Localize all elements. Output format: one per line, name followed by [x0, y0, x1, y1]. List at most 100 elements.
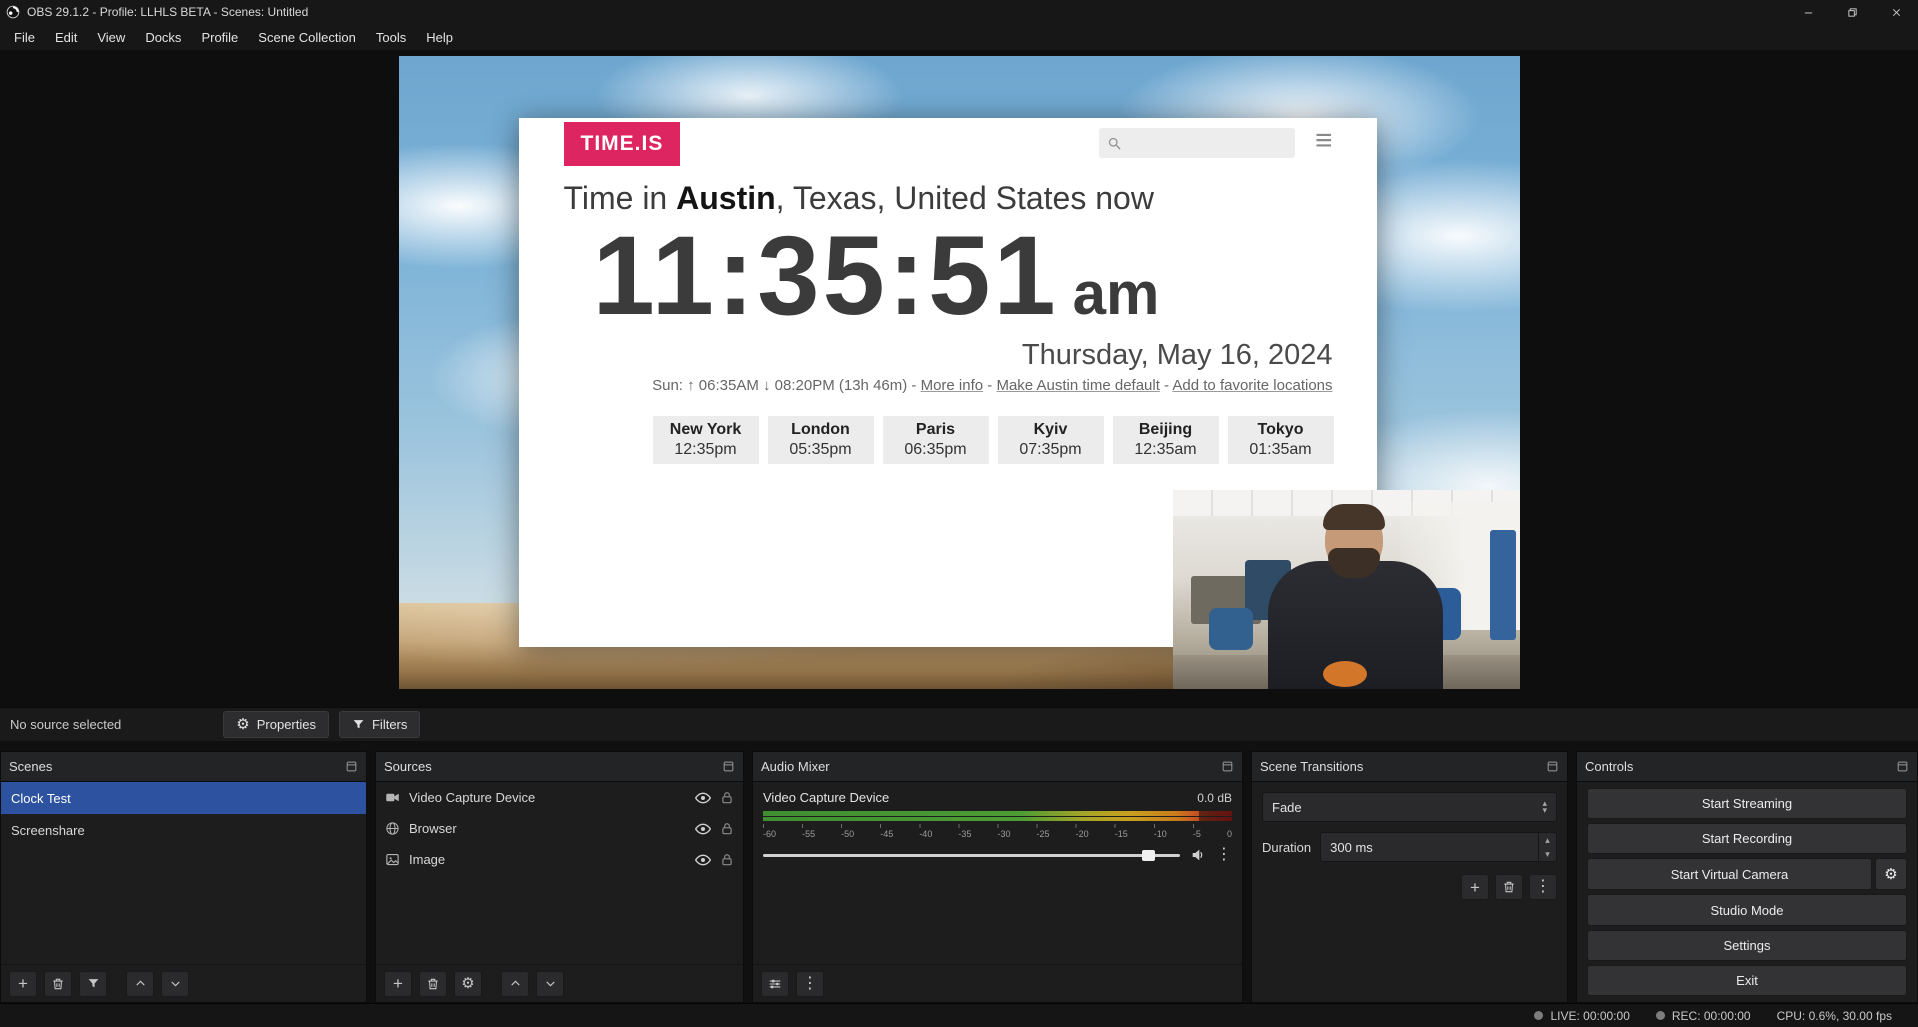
mixer-menu-button[interactable]: ⋮: [796, 971, 824, 997]
clock-time: 11:35:51: [593, 213, 1059, 338]
scene-transitions-dock-header[interactable]: Scene Transitions: [1252, 752, 1567, 782]
scenes-dock: Scenes Clock Test Screenshare +: [0, 751, 367, 1003]
gear-icon: ⚙: [461, 976, 474, 991]
scene-transitions-dock: Scene Transitions Fade ▴ ▾ Duration 300 …: [1251, 751, 1568, 1003]
start-streaming-button[interactable]: Start Streaming: [1587, 788, 1907, 819]
audio-settings-button[interactable]: [761, 971, 789, 997]
chevron-up-icon: [134, 977, 147, 990]
source-item-image[interactable]: Image: [376, 844, 743, 875]
move-scene-down-button[interactable]: [161, 971, 189, 997]
settings-button[interactable]: Settings: [1587, 930, 1907, 961]
chevron-down-icon: [169, 977, 182, 990]
duration-down-button[interactable]: ▾: [1539, 847, 1556, 861]
controls-dock-header[interactable]: Controls: [1577, 752, 1917, 782]
channel-menu-button[interactable]: ⋮: [1216, 847, 1232, 863]
exit-button[interactable]: Exit: [1587, 965, 1907, 996]
source-item-video-capture[interactable]: Video Capture Device: [376, 782, 743, 813]
popout-icon[interactable]: [1546, 760, 1559, 773]
menu-scene-collection[interactable]: Scene Collection: [248, 24, 366, 50]
minimize-button[interactable]: [1786, 0, 1830, 24]
visibility-toggle-eye-icon[interactable]: [695, 790, 711, 806]
source-item-browser[interactable]: Browser: [376, 813, 743, 844]
hamburger-menu-icon: ≡: [1315, 126, 1333, 156]
office-blue-panel: [1490, 530, 1516, 640]
trash-icon: [426, 977, 440, 991]
transition-select[interactable]: Fade ▴ ▾: [1262, 792, 1557, 822]
maximize-restore-button[interactable]: [1830, 0, 1874, 24]
remove-source-button[interactable]: [419, 971, 447, 997]
volume-meter-ticks: [763, 824, 1232, 828]
plus-icon: +: [393, 975, 403, 992]
city-card-tokyo: Tokyo 01:35am: [1228, 416, 1334, 464]
start-recording-button[interactable]: Start Recording: [1587, 823, 1907, 854]
popout-icon[interactable]: [345, 760, 358, 773]
studio-mode-button[interactable]: Studio Mode: [1587, 894, 1907, 925]
orange-object: [1323, 661, 1367, 687]
speaker-mute-button[interactable]: [1190, 847, 1206, 863]
audio-mixer-dock: Audio Mixer Video Capture Device 0.0 dB …: [752, 751, 1243, 1003]
visibility-toggle-eye-icon[interactable]: [695, 852, 711, 868]
globe-icon: [385, 821, 400, 836]
move-scene-up-button[interactable]: [126, 971, 154, 997]
menu-file[interactable]: File: [4, 24, 45, 50]
webcam-overlay: [1173, 490, 1520, 689]
popout-icon[interactable]: [1896, 760, 1909, 773]
menu-view[interactable]: View: [87, 24, 135, 50]
menu-help[interactable]: Help: [416, 24, 463, 50]
sun-times: Sun: ↑ 06:35AM ↓ 08:20PM (13h 46m): [652, 377, 907, 394]
lock-toggle-icon[interactable]: [720, 791, 734, 805]
transitions-content: Fade ▴ ▾ Duration 300 ms ▴ ▾: [1252, 782, 1567, 1002]
remove-scene-button[interactable]: [44, 971, 72, 997]
controls-dock: Controls Start Streaming Start Recording…: [1576, 751, 1918, 1003]
scene-item-screenshare[interactable]: Screenshare: [1, 814, 366, 846]
timeis-heading: Time in Austin, Texas, United States now: [564, 180, 1333, 217]
move-source-up-button[interactable]: [501, 971, 529, 997]
move-source-down-button[interactable]: [536, 971, 564, 997]
popout-icon[interactable]: [722, 760, 735, 773]
make-default-link: Make Austin time default: [996, 377, 1159, 394]
scene-filters-button[interactable]: [79, 971, 107, 997]
lock-toggle-icon[interactable]: [720, 853, 734, 867]
close-button[interactable]: [1874, 0, 1918, 24]
volume-slider-handle[interactable]: [1142, 850, 1155, 861]
record-status-icon: [1656, 1011, 1665, 1020]
add-transition-button[interactable]: +: [1461, 874, 1489, 900]
visibility-toggle-eye-icon[interactable]: [695, 821, 711, 837]
menu-profile[interactable]: Profile: [191, 24, 248, 50]
menu-edit[interactable]: Edit: [45, 24, 87, 50]
add-favorite-link: Add to favorite locations: [1172, 377, 1332, 394]
remove-transition-button[interactable]: [1495, 874, 1523, 900]
trash-icon: [51, 977, 65, 991]
transition-menu-button[interactable]: ⋮: [1529, 874, 1557, 900]
lock-toggle-icon[interactable]: [720, 822, 734, 836]
city-card-kyiv: Kyiv 07:35pm: [998, 416, 1104, 464]
add-source-button[interactable]: +: [384, 971, 412, 997]
scene-canvas[interactable]: TIME.IS ≡ Time in Austin, Texas, United …: [399, 56, 1520, 689]
kebab-icon: ⋮: [802, 976, 818, 992]
menu-tools[interactable]: Tools: [366, 24, 416, 50]
duration-spinbox[interactable]: 300 ms ▴ ▾: [1320, 832, 1557, 862]
chevron-down-icon: [544, 977, 557, 990]
menu-docks[interactable]: Docks: [135, 24, 191, 50]
source-properties-button[interactable]: ⚙: [454, 971, 482, 997]
filters-button[interactable]: Filters: [339, 711, 420, 738]
properties-button[interactable]: ⚙ Properties: [223, 711, 329, 738]
source-toolbar: No source selected ⚙ Properties Filters: [0, 707, 1918, 741]
scene-item-clock-test[interactable]: Clock Test: [1, 782, 366, 814]
sources-list: Video Capture Device Browser: [376, 782, 743, 964]
add-scene-button[interactable]: +: [9, 971, 37, 997]
audio-mixer-dock-header[interactable]: Audio Mixer: [753, 752, 1242, 782]
plus-icon: +: [1470, 879, 1480, 896]
person-hair: [1323, 504, 1385, 530]
sources-dock-header[interactable]: Sources: [376, 752, 743, 782]
scenes-dock-header[interactable]: Scenes: [1, 752, 366, 782]
popout-icon[interactable]: [1221, 760, 1234, 773]
volume-slider[interactable]: [763, 854, 1180, 857]
start-virtual-camera-button[interactable]: Start Virtual Camera: [1587, 858, 1872, 890]
filter-icon: [352, 718, 365, 731]
stream-status-icon: [1534, 1011, 1543, 1020]
virtual-camera-settings-button[interactable]: ⚙: [1875, 858, 1907, 890]
duration-up-button[interactable]: ▴: [1539, 833, 1556, 847]
image-icon: [385, 852, 400, 867]
sliders-icon: [768, 977, 782, 991]
